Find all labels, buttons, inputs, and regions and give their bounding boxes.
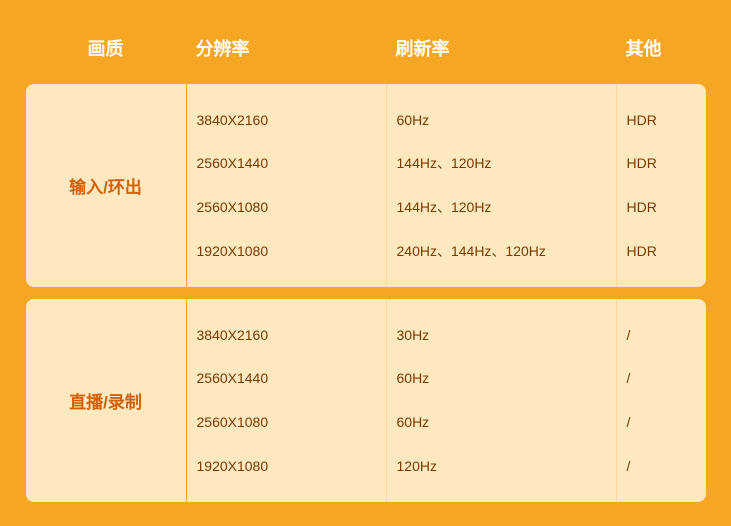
res-live-3: 2560X1080 <box>197 411 376 433</box>
ref-live-1: 30Hz <box>397 324 606 346</box>
col-refresh-live: 30Hz 60Hz 60Hz 120Hz <box>387 299 617 502</box>
oth-input-3: HDR <box>627 196 706 218</box>
ref-input-3: 144Hz、120Hz <box>397 196 606 218</box>
ref-input-2: 144Hz、120Hz <box>397 152 606 174</box>
table-row: 输入/环出 3840X2160 2560X1440 2560X1080 1920… <box>26 84 706 287</box>
oth-live-1: / <box>627 324 706 346</box>
header-other: 其他 <box>616 35 716 61</box>
res-input-4: 1920X1080 <box>197 240 376 262</box>
ref-input-1: 60Hz <box>397 109 606 131</box>
ref-live-2: 60Hz <box>397 367 606 389</box>
table-header: 画质 分辨率 刷新率 其他 <box>16 18 716 78</box>
ref-live-3: 60Hz <box>397 411 606 433</box>
header-resolution: 分辨率 <box>186 35 386 61</box>
res-live-2: 2560X1440 <box>197 367 376 389</box>
table-body: 输入/环出 3840X2160 2560X1440 2560X1080 1920… <box>16 78 716 508</box>
col-refresh-input: 60Hz 144Hz、120Hz 144Hz、120Hz 240Hz、144Hz… <box>387 84 617 287</box>
col-other-input: HDR HDR HDR HDR <box>617 84 706 287</box>
res-live-1: 3840X2160 <box>197 324 376 346</box>
oth-live-4: / <box>627 455 706 477</box>
col-other-live: / / / / <box>617 299 706 502</box>
oth-live-3: / <box>627 411 706 433</box>
col-resolutions-live: 3840X2160 2560X1440 2560X1080 1920X1080 <box>187 299 387 502</box>
oth-input-4: HDR <box>627 240 706 262</box>
res-live-4: 1920X1080 <box>197 455 376 477</box>
res-input-2: 2560X1440 <box>197 152 376 174</box>
oth-input-2: HDR <box>627 152 706 174</box>
res-input-3: 2560X1080 <box>197 196 376 218</box>
oth-live-2: / <box>627 367 706 389</box>
row-label-live: 直播/录制 <box>26 299 186 502</box>
row-label-input: 输入/环出 <box>26 84 186 287</box>
ref-input-4: 240Hz、144Hz、120Hz <box>397 240 606 262</box>
row-data-live: 3840X2160 2560X1440 2560X1080 1920X1080 … <box>186 299 706 502</box>
res-input-1: 3840X2160 <box>197 109 376 131</box>
main-container: 画质 分辨率 刷新率 其他 输入/环出 3840X2160 2560X1440 … <box>16 18 716 508</box>
header-refresh: 刷新率 <box>386 35 616 61</box>
row-data-input: 3840X2160 2560X1440 2560X1080 1920X1080 … <box>186 84 706 287</box>
col-resolutions-input: 3840X2160 2560X1440 2560X1080 1920X1080 <box>187 84 387 287</box>
oth-input-1: HDR <box>627 109 706 131</box>
table-row: 直播/录制 3840X2160 2560X1440 2560X1080 1920… <box>26 299 706 502</box>
ref-live-4: 120Hz <box>397 455 606 477</box>
header-quality: 画质 <box>26 35 186 61</box>
